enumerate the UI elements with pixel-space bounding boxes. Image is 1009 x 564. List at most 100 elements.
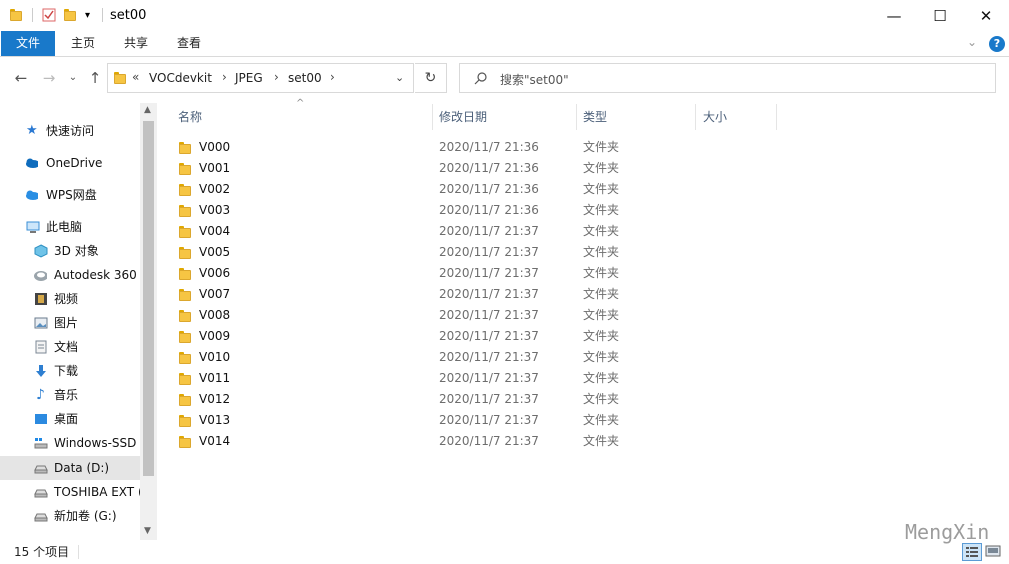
tab-file[interactable]: 文件 — [1, 31, 55, 56]
drive-icon — [34, 513, 48, 522]
list-item[interactable]: V010 2020/11/7 21:37 文件夹 — [170, 347, 770, 368]
folder-icon — [179, 393, 191, 407]
overflow-icon[interactable]: « — [132, 70, 139, 84]
column-size[interactable]: 大小 — [703, 104, 727, 130]
folder-icon — [179, 435, 191, 449]
close-button[interactable]: ✕ — [963, 0, 1009, 31]
folder-icon — [179, 225, 191, 239]
scroll-up-icon[interactable]: ▲ — [144, 105, 151, 115]
properties-icon[interactable] — [42, 8, 58, 22]
drive-icon — [34, 489, 48, 498]
list-item[interactable]: V001 2020/11/7 21:36 文件夹 — [170, 158, 770, 179]
column-type[interactable]: 类型 — [583, 104, 607, 130]
minimize-button[interactable]: — — [871, 0, 917, 31]
title-bar: ▾ set00 — ☐ ✕ — [0, 0, 1009, 31]
status-item-count: 15 个项目 — [14, 545, 70, 559]
folder-icon — [179, 162, 191, 176]
divider — [32, 8, 33, 22]
folder-icon — [179, 372, 191, 386]
details-view-button[interactable] — [962, 543, 982, 561]
folder-icon — [179, 183, 191, 197]
cloud-icon — [26, 158, 38, 168]
list-item[interactable]: V005 2020/11/7 21:37 文件夹 — [170, 242, 770, 263]
up-button[interactable]: ↑ — [84, 66, 106, 90]
list-item[interactable]: V003 2020/11/7 21:36 文件夹 — [170, 200, 770, 221]
breadcrumb-jpeg[interactable]: JPEG — [235, 71, 263, 85]
customize-quick-access-icon[interactable]: ▾ — [85, 10, 101, 24]
video-icon — [35, 293, 47, 305]
ribbon-tabs: 文件 主页 共享 查看 ⌄ ? — [0, 31, 1009, 57]
breadcrumb-vocdevkit[interactable]: VOCdevkit — [149, 71, 212, 85]
recent-locations-icon[interactable]: ⌄ — [62, 66, 84, 90]
maximize-button[interactable]: ☐ — [917, 0, 963, 31]
list-item[interactable]: V007 2020/11/7 21:37 文件夹 — [170, 284, 770, 305]
list-item[interactable]: V014 2020/11/7 21:37 文件夹 — [170, 431, 770, 452]
autodesk-icon — [34, 271, 47, 281]
list-item[interactable]: V000 2020/11/7 21:36 文件夹 — [170, 137, 770, 158]
chevron-right-icon[interactable]: › — [222, 70, 227, 84]
drive-icon — [34, 438, 48, 449]
chevron-down-icon[interactable]: ⌄ — [395, 71, 404, 84]
folder-icon — [179, 330, 191, 344]
nav-scrollbar[interactable]: ▲ ▼ — [140, 103, 157, 540]
picture-icon — [34, 317, 48, 329]
cloud-icon — [26, 190, 38, 200]
drive-icon — [34, 465, 48, 474]
sort-up-icon: ^ — [296, 98, 305, 109]
list-item[interactable]: V009 2020/11/7 21:37 文件夹 — [170, 326, 770, 347]
address-bar[interactable]: « VOCdevkit › JPEG › set00 › ⌄ — [107, 63, 414, 93]
column-date[interactable]: 修改日期 — [439, 104, 487, 130]
column-divider[interactable] — [432, 104, 433, 130]
music-icon: ♪ — [36, 387, 45, 403]
chevron-right-icon[interactable]: › — [274, 70, 279, 84]
document-icon — [35, 340, 47, 354]
list-item[interactable]: V008 2020/11/7 21:37 文件夹 — [170, 305, 770, 326]
thumbnail-view-icon — [985, 545, 1001, 557]
divider — [102, 8, 103, 22]
search-icon — [474, 72, 487, 85]
navigation-pane: ★ 快速访问 OneDrive WPS网盘 此电脑 3D 对象 Autodesk… — [0, 103, 158, 540]
search-placeholder[interactable]: 搜索"set00" — [500, 71, 569, 88]
column-header: ^ 名称 修改日期 类型 大小 — [170, 98, 780, 130]
computer-icon — [26, 221, 40, 233]
folder-icon — [179, 267, 191, 281]
watermark: MengXin — [905, 520, 990, 544]
expand-ribbon-icon[interactable]: ⌄ — [967, 35, 977, 49]
tab-share[interactable]: 共享 — [115, 31, 157, 56]
list-item[interactable]: V013 2020/11/7 21:37 文件夹 — [170, 410, 770, 431]
list-item[interactable]: V006 2020/11/7 21:37 文件夹 — [170, 263, 770, 284]
list-item[interactable]: V012 2020/11/7 21:37 文件夹 — [170, 389, 770, 410]
download-icon — [36, 365, 46, 377]
list-item[interactable]: V002 2020/11/7 21:36 文件夹 — [170, 179, 770, 200]
desktop-icon — [35, 414, 47, 424]
tab-view[interactable]: 查看 — [168, 31, 210, 56]
search-box[interactable]: 搜索"set00" — [459, 63, 996, 93]
chevron-right-icon[interactable]: › — [330, 70, 335, 84]
list-item[interactable]: V011 2020/11/7 21:37 文件夹 — [170, 368, 770, 389]
folder-icon — [179, 288, 191, 302]
nav-scrollbar-thumb[interactable] — [143, 121, 154, 476]
refresh-button[interactable]: ↻ — [415, 63, 447, 93]
forward-button[interactable]: → — [38, 66, 60, 90]
column-divider[interactable] — [776, 104, 777, 130]
folder-icon — [179, 204, 191, 218]
folder-icon — [10, 8, 26, 22]
folder-icon — [179, 141, 191, 155]
folder-icon — [179, 414, 191, 428]
tab-home[interactable]: 主页 — [62, 31, 104, 56]
scroll-down-icon[interactable]: ▼ — [144, 526, 151, 536]
back-button[interactable]: ← — [10, 66, 32, 90]
column-divider[interactable] — [695, 104, 696, 130]
folder-icon — [114, 71, 126, 88]
folder-icon — [179, 309, 191, 323]
column-divider[interactable] — [576, 104, 577, 130]
folder-icon — [179, 351, 191, 365]
folder-icon — [179, 246, 191, 260]
list-item[interactable]: V004 2020/11/7 21:37 文件夹 — [170, 221, 770, 242]
help-icon[interactable]: ? — [989, 36, 1005, 52]
details-view-icon — [966, 547, 978, 557]
column-name[interactable]: 名称 — [178, 104, 202, 130]
breadcrumb-set00[interactable]: set00 — [288, 71, 322, 85]
new-folder-icon[interactable] — [64, 8, 80, 22]
thumbnail-view-button[interactable] — [984, 543, 1004, 561]
